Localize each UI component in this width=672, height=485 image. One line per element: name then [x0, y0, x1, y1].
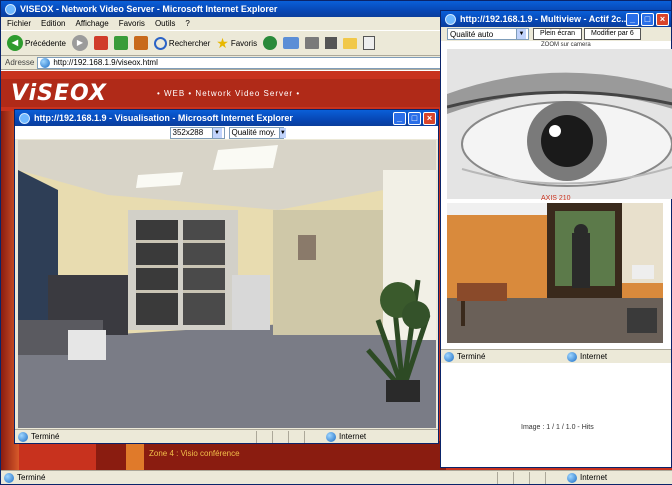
home-icon[interactable]	[133, 36, 148, 50]
mail-icon[interactable]	[283, 37, 300, 49]
main-status-text: Terminé	[17, 473, 46, 482]
fullscreen-button[interactable]: Plein écran	[533, 28, 583, 40]
chevron-down-icon: ▼	[278, 127, 286, 138]
visualisation-title: http://192.168.1.9 - Visualisation - Mic…	[34, 113, 293, 123]
camera-feed-office[interactable]	[447, 203, 663, 343]
visualisation-status-zone: Internet	[339, 432, 367, 441]
chevron-down-icon: ▼	[211, 127, 222, 138]
office-interior-image	[18, 140, 436, 428]
menu-favoris[interactable]: Favoris	[119, 19, 145, 28]
main-status-zone: Internet	[580, 473, 608, 482]
camera-feed-main[interactable]	[18, 140, 436, 428]
logo-header: ViSEOX • WEB • Network Video Server •	[1, 79, 446, 107]
status-segment	[288, 430, 304, 443]
quality-select[interactable]: Qualité moy. ▼	[228, 126, 286, 139]
status-segment	[529, 471, 545, 484]
maximize-button[interactable]: □	[408, 111, 421, 125]
internet-zone-icon	[326, 431, 336, 442]
modify-button[interactable]: Modifier par 6	[584, 28, 641, 40]
menu-affichage[interactable]: Affichage	[75, 19, 108, 28]
image-info-text: Image : 1 / 1 / 1.0 - Hits	[521, 424, 594, 431]
ie-icon	[5, 3, 16, 15]
status-segment	[497, 471, 513, 484]
zone-orange-block	[126, 441, 144, 471]
ie-icon	[19, 112, 30, 124]
cam1-label: ZOOM sur camera	[541, 42, 591, 48]
refresh-icon[interactable]	[113, 36, 128, 50]
print-icon[interactable]	[305, 37, 320, 49]
multiview-controls: Qualité auto ▼ Plein écran Modifier par …	[441, 27, 671, 41]
minimize-button[interactable]: _	[393, 111, 406, 125]
multiview-status-zone: Internet	[580, 352, 608, 361]
forward-arrow-icon[interactable]: ▶	[71, 35, 88, 51]
internet-zone-icon	[567, 351, 577, 362]
folder-icon[interactable]	[343, 37, 358, 49]
visualisation-controls: 352x288 ▼ Qualité moy. ▼	[15, 126, 438, 139]
status-segment	[256, 430, 272, 443]
close-button[interactable]: ×	[656, 12, 669, 26]
chevron-down-icon: ▼	[516, 29, 526, 39]
status-page-icon	[4, 472, 14, 483]
cam2-label: AXIS 210	[541, 195, 571, 202]
main-status-bar: Terminé Internet	[1, 470, 672, 484]
status-segment	[513, 471, 529, 484]
multiview-title: http://192.168.1.9 - Multiview - Actif 2…	[460, 14, 626, 24]
visualisation-status-bar: Terminé Internet	[15, 429, 438, 443]
menu-help[interactable]: ?	[185, 19, 189, 28]
visualisation-title-bar[interactable]: http://192.168.1.9 - Visualisation - Mic…	[15, 110, 438, 126]
banner-text: • WEB • Network Video Server •	[156, 88, 301, 98]
status-page-icon	[444, 351, 454, 362]
status-segment	[272, 430, 288, 443]
eye-closeup-image	[447, 49, 672, 199]
star-icon: ★	[216, 34, 229, 51]
zone-footer-text: Zone 4 : Visio conférence	[149, 449, 240, 458]
visualisation-window: http://192.168.1.9 - Visualisation - Mic…	[14, 109, 439, 444]
page-icon	[40, 57, 51, 68]
visualisation-status-text: Terminé	[31, 432, 60, 441]
viseox-logo: ViSEOX	[11, 80, 107, 106]
multiview-status-text: Terminé	[457, 352, 486, 361]
search-button[interactable]: Rechercher	[153, 36, 210, 50]
media-icon[interactable]	[263, 36, 278, 50]
status-segment	[304, 430, 320, 443]
multiview-window: http://192.168.1.9 - Multiview - Actif 2…	[440, 10, 672, 468]
messenger-icon[interactable]	[363, 36, 376, 50]
resolution-select[interactable]: 352x288 ▼	[169, 126, 225, 139]
status-segment	[545, 471, 561, 484]
office-room-image	[447, 203, 663, 343]
status-page-icon	[18, 431, 28, 442]
multiview-title-bar[interactable]: http://192.168.1.9 - Multiview - Actif 2…	[441, 11, 671, 27]
quality-select[interactable]: Qualité auto ▼	[447, 28, 529, 40]
ie-icon	[445, 13, 456, 25]
stop-icon[interactable]	[93, 36, 108, 50]
multiview-status-bar: Terminé Internet	[441, 349, 671, 363]
back-arrow-icon: ◀	[7, 35, 23, 51]
menu-outils[interactable]: Outils	[155, 19, 175, 28]
back-button[interactable]: ◀ Précédente	[7, 35, 66, 51]
minimize-button[interactable]: _	[626, 12, 639, 26]
maximize-button[interactable]: □	[641, 12, 654, 26]
close-button[interactable]: ×	[423, 111, 436, 125]
menu-fichier[interactable]: Fichier	[7, 19, 31, 28]
search-icon	[153, 36, 167, 50]
camera-feed-eye[interactable]	[447, 49, 672, 199]
favorites-button[interactable]: ★ Favoris	[216, 35, 257, 52]
menu-edition[interactable]: Edition	[41, 19, 65, 28]
edit-icon[interactable]	[325, 37, 338, 49]
address-label: Adresse	[5, 58, 35, 67]
internet-zone-icon	[567, 472, 577, 483]
